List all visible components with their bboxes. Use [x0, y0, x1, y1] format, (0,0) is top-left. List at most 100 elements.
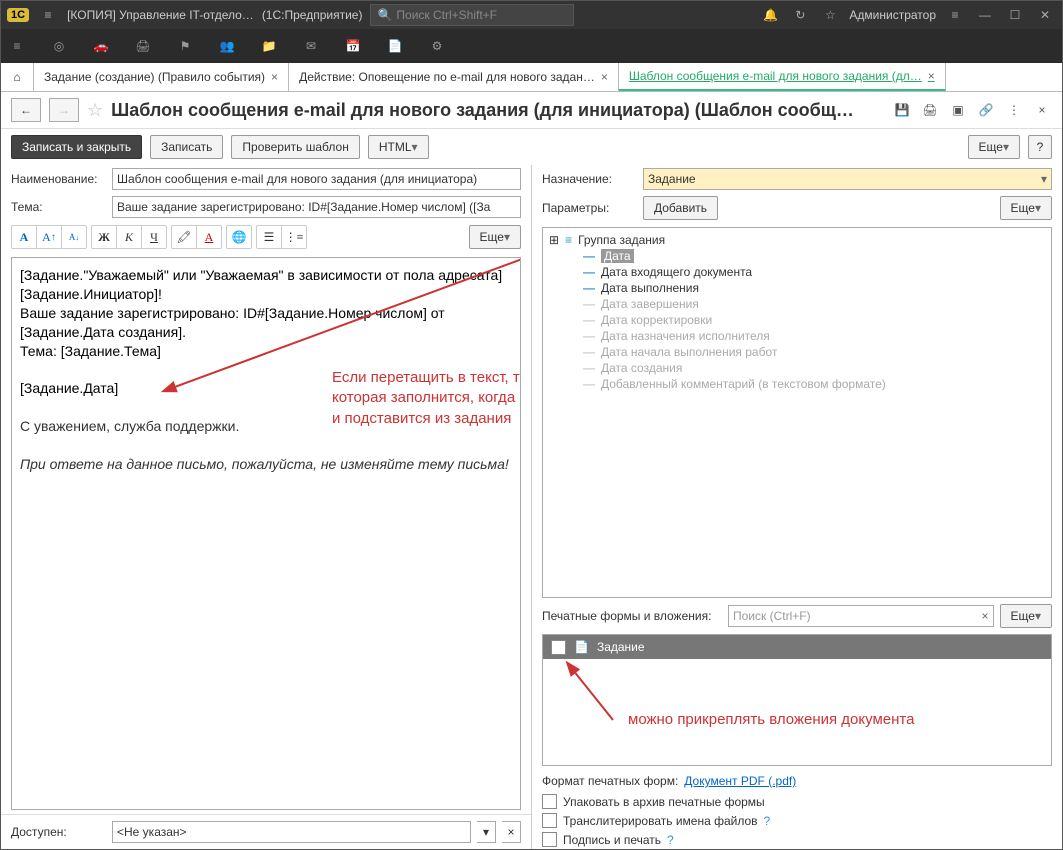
tab-3-active[interactable]: Шаблон сообщения e-mail для нового задан… — [619, 63, 946, 91]
tree-item[interactable]: —Дата входящего документа — [547, 264, 1047, 280]
sections-icon[interactable]: ≡ — [7, 39, 27, 53]
folder-icon[interactable]: 📁 — [259, 39, 279, 53]
attach-more-button[interactable]: Еще — [1000, 604, 1052, 628]
tab-1[interactable]: Задание (создание) (Правило события)× — [34, 63, 289, 91]
tree-item[interactable]: —Дата завершения — [547, 296, 1047, 312]
opt-translit-label: Транслитерировать имена файлов — [563, 814, 758, 828]
add-button[interactable]: Добавить — [643, 196, 718, 220]
tree-group[interactable]: ⊞≡Группа задания — [547, 232, 1047, 248]
car-icon[interactable]: 🚗 — [91, 39, 111, 53]
italic-icon[interactable]: К — [117, 226, 142, 248]
nav-back-button[interactable]: ← — [11, 98, 41, 122]
menu-icon[interactable]: ≡ — [37, 8, 59, 22]
tab-2[interactable]: Действие: Оповещение по e-mail для новог… — [289, 63, 619, 91]
font-size-dec-icon[interactable]: A↑ — [37, 226, 62, 248]
users-icon[interactable]: 👥 — [217, 39, 237, 53]
format-label: Формат печатных форм: — [542, 774, 678, 788]
save-close-button[interactable]: Записать и закрыть — [11, 135, 142, 159]
home-tab[interactable]: ⌂ — [1, 63, 34, 91]
flag-icon[interactable]: ⚑ — [175, 39, 195, 53]
close-icon[interactable]: × — [1032, 103, 1052, 117]
tab-close-icon[interactable]: × — [601, 70, 608, 84]
target-icon[interactable]: ◎ — [49, 39, 69, 53]
opt-sign-checkbox[interactable] — [542, 832, 557, 847]
tree-item[interactable]: —Дата выполнения — [547, 280, 1047, 296]
favorite-icon[interactable]: ☆ — [87, 100, 103, 121]
gear-icon[interactable]: ⚙ — [427, 39, 447, 53]
search-placeholder: Поиск Ctrl+Shift+F — [396, 8, 497, 22]
field-dropdown-icon[interactable]: ▾ — [477, 821, 496, 843]
global-search[interactable]: 🔍 Поиск Ctrl+Shift+F — [370, 4, 574, 26]
check-template-button[interactable]: Проверить шаблон — [231, 135, 359, 159]
list-bullet-icon[interactable]: ⋮≡ — [282, 226, 306, 248]
more-button[interactable]: Еще — [968, 135, 1020, 159]
subject-field[interactable]: Ваше задание зарегистрировано: ID#[Задан… — [112, 196, 521, 218]
name-field[interactable]: Шаблон сообщения e-mail для нового задан… — [112, 168, 521, 190]
tree-item[interactable]: —Добавленный комментарий (в текстовом фо… — [547, 376, 1047, 392]
chevron-down-icon[interactable]: ▾ — [1041, 172, 1047, 186]
annotation-arrow-2 — [563, 665, 623, 725]
editor-more-button[interactable]: Еще — [469, 225, 521, 249]
help-icon[interactable]: ? — [764, 814, 771, 828]
print-icon[interactable]: 🖨 — [920, 103, 940, 117]
opt-archive-label: Упаковать в архив печатные формы — [563, 795, 765, 809]
attachment-name: Задание — [597, 640, 645, 654]
close-icon[interactable]: ✕ — [1034, 8, 1056, 22]
search-icon: 🔍 — [377, 8, 392, 22]
page-title: Шаблон сообщения e-mail для нового задан… — [111, 100, 884, 121]
print-icon[interactable]: 🖨 — [133, 39, 153, 53]
body-editor[interactable]: [Задание."Уважаемый" или "Уважаемая" в з… — [11, 257, 521, 810]
report-icon[interactable]: ▣ — [948, 103, 968, 117]
tab-close-icon[interactable]: × — [271, 70, 278, 84]
calendar-icon[interactable]: 📅 — [343, 39, 363, 53]
link-icon[interactable]: 🔗 — [976, 103, 996, 117]
attachment-checkbox[interactable] — [551, 640, 566, 655]
help-icon[interactable]: ? — [667, 833, 674, 847]
save-icon[interactable]: 💾 — [892, 103, 912, 117]
user-label[interactable]: Администратор — [849, 8, 936, 22]
logo-1c: 1C — [7, 8, 29, 22]
field-clear-icon[interactable]: × — [502, 821, 521, 843]
font-size-inc-icon[interactable]: A — [12, 226, 37, 248]
highlight-icon[interactable]: 🖍 — [172, 226, 197, 248]
insert-link-icon[interactable]: 🌐 — [227, 226, 251, 248]
star-icon[interactable]: ☆ — [819, 8, 841, 22]
params-more-button[interactable]: Еще — [1000, 196, 1052, 220]
opt-sign-label: Подпись и печать — [563, 833, 661, 847]
settings-icon[interactable]: ≡ — [944, 8, 966, 22]
html-button[interactable]: HTML — [368, 135, 429, 159]
save-button[interactable]: Записать — [150, 135, 223, 159]
attachment-row[interactable]: 📄 Задание — [543, 635, 1051, 659]
doc-icon[interactable]: 📄 — [385, 39, 405, 53]
history-icon[interactable]: ↻ — [789, 8, 811, 22]
tab-close-icon[interactable]: × — [928, 69, 935, 83]
opt-translit-checkbox[interactable] — [542, 813, 557, 828]
opt-archive-checkbox[interactable] — [542, 794, 557, 809]
attachments-list[interactable]: 📄 Задание можно прикреплять вложения док… — [542, 634, 1052, 766]
mail-icon[interactable]: ✉ — [301, 39, 321, 53]
nav-forward-button[interactable]: → — [49, 98, 79, 122]
main-toolbar: ≡ ◎ 🚗 🖨 ⚑ 👥 📁 ✉ 📅 📄 ⚙ — [1, 29, 1062, 63]
bold-icon[interactable]: Ж — [92, 226, 117, 248]
tree-item[interactable]: —Дата корректировки — [547, 312, 1047, 328]
available-field[interactable]: <Не указан> — [112, 821, 471, 843]
tree-item-selected[interactable]: —Дата — [547, 248, 1047, 264]
attach-search-input[interactable]: Поиск (Ctrl+F)× — [728, 605, 994, 627]
underline-icon[interactable]: Ч — [142, 226, 166, 248]
format-link[interactable]: Документ PDF (.pdf) — [684, 774, 796, 788]
bell-icon[interactable]: 🔔 — [759, 8, 781, 22]
params-tree[interactable]: ⊞≡Группа задания —Дата —Дата входящего д… — [542, 227, 1052, 598]
print-forms-label: Печатные формы и вложения: — [542, 609, 722, 623]
minimize-icon[interactable]: — — [974, 8, 996, 22]
maximize-icon[interactable]: ☐ — [1004, 8, 1026, 22]
help-button[interactable]: ? — [1028, 135, 1052, 159]
destination-label: Назначение: — [542, 172, 637, 186]
more-icon[interactable]: ⋮ — [1004, 103, 1024, 117]
font-size-small-icon[interactable]: A↓ — [62, 226, 86, 248]
tree-item[interactable]: —Дата назначения исполнителя — [547, 328, 1047, 344]
tree-item[interactable]: —Дата создания — [547, 360, 1047, 376]
tree-item[interactable]: —Дата начала выполнения работ — [547, 344, 1047, 360]
list-numbered-icon[interactable]: ☰ — [257, 226, 282, 248]
font-color-icon[interactable]: A — [197, 226, 221, 248]
destination-field[interactable]: Задание▾ — [643, 168, 1052, 190]
